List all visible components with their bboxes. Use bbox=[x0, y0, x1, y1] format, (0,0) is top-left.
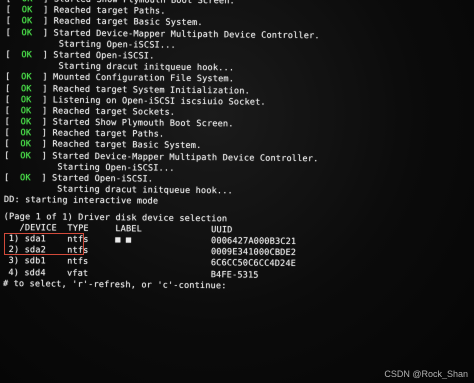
header-label: LABEL bbox=[115, 223, 212, 235]
status-bracket-open: [ bbox=[6, 0, 22, 4]
row-uuid: 6C6CC50C6CC4D24E bbox=[210, 258, 297, 270]
ok-status-badge: OK bbox=[21, 72, 32, 83]
status-bracket-close: ] bbox=[31, 94, 53, 106]
ok-status-badge: OK bbox=[21, 16, 33, 27]
status-bracket-close: ] bbox=[31, 117, 53, 128]
terminal-screen: [ OK ] Started Show Plymouth Boot Screen… bbox=[0, 0, 474, 383]
status-bracket-close: ] bbox=[32, 27, 54, 39]
ok-status-badge: OK bbox=[20, 173, 31, 184]
status-bracket-close: ] bbox=[30, 173, 53, 184]
ok-status-badge: OK bbox=[20, 83, 32, 94]
status-bracket-close: ] bbox=[30, 150, 53, 162]
status-bracket-open: [ bbox=[5, 5, 22, 16]
ok-status-badge: OK bbox=[20, 106, 32, 117]
status-bracket-open: [ bbox=[4, 172, 21, 184]
boot-log-text: Mounted Configuration File System. bbox=[53, 72, 235, 85]
status-bracket-close: ] bbox=[32, 16, 54, 27]
boot-log-text: Started Open-iSCSI. bbox=[51, 173, 154, 185]
status-bracket-close: ] bbox=[31, 139, 53, 150]
row-device: sdb1 bbox=[24, 256, 68, 267]
header-uuid: UUID bbox=[211, 224, 233, 236]
row-label bbox=[115, 257, 211, 268]
boot-log-text: Starting dracut initqueue hook... bbox=[58, 61, 235, 74]
boot-log-text: Starting Open-iSCSI... bbox=[57, 162, 175, 174]
boot-log-text: Reached target Paths. bbox=[52, 128, 165, 140]
row-label: ■ ■ bbox=[115, 235, 212, 247]
ok-status-badge: OK bbox=[21, 27, 33, 38]
status-bracket-close: ] bbox=[31, 50, 54, 61]
boot-log-text: Listening on Open-iSCSI iscsiuio Socket. bbox=[52, 95, 266, 108]
row-label bbox=[115, 246, 211, 257]
ok-status-badge: OK bbox=[21, 50, 33, 61]
status-bracket-close: ] bbox=[31, 83, 53, 94]
row-uuid: B4FE-5315 bbox=[210, 269, 259, 281]
status-bracket-open: [ bbox=[4, 94, 21, 105]
boot-log-text: Reached target Basic System. bbox=[53, 16, 203, 29]
status-bracket-close: ] bbox=[33, 0, 54, 5]
header-device: /DEVICE bbox=[3, 222, 68, 234]
ok-status-badge: OK bbox=[22, 0, 33, 4]
row-index: 3) bbox=[3, 256, 25, 267]
ok-status-badge: OK bbox=[20, 139, 32, 150]
row-device: sdd4 bbox=[24, 267, 68, 279]
boot-log-text: Reached target Paths. bbox=[53, 5, 166, 17]
status-bracket-open: [ bbox=[5, 72, 22, 83]
watermark: CSDN @Rock_Shan bbox=[384, 369, 468, 379]
status-bracket-close: ] bbox=[31, 128, 53, 139]
status-bracket-open: [ bbox=[4, 128, 21, 139]
row-index: 4) bbox=[3, 267, 25, 278]
boot-log-text: Started Show Plymouth Boot Screen. bbox=[52, 117, 234, 130]
ok-status-badge: OK bbox=[20, 117, 32, 128]
status-bracket-open: [ bbox=[4, 139, 21, 150]
status-bracket-open: [ bbox=[4, 150, 21, 161]
row-type: vfat bbox=[66, 268, 115, 279]
row-uuid: 0006427A000B3C21 bbox=[211, 236, 297, 247]
status-bracket-close: ] bbox=[31, 106, 53, 117]
boot-log-text: Started Open-iSCSI. bbox=[53, 50, 155, 62]
status-bracket-open: [ bbox=[5, 49, 22, 61]
boot-log-text: Reached target System Initialization. bbox=[52, 83, 250, 97]
status-bracket-open: [ bbox=[4, 83, 22, 94]
ok-status-badge: OK bbox=[21, 5, 33, 16]
boot-log-text: Starting dracut initqueue hook... bbox=[57, 184, 233, 197]
status-bracket-open: [ bbox=[5, 27, 22, 38]
status-bracket-open: [ bbox=[4, 105, 21, 117]
status-bracket-close: ] bbox=[31, 72, 54, 83]
ok-status-badge: OK bbox=[20, 128, 32, 139]
ok-status-badge: OK bbox=[20, 94, 32, 105]
row-uuid: 0009E341000CBDE2 bbox=[210, 247, 297, 259]
status-bracket-close: ] bbox=[32, 5, 54, 16]
boot-log-text: Starting Open-iSCSI... bbox=[58, 39, 176, 51]
status-bracket-open: [ bbox=[5, 16, 22, 27]
row-label bbox=[115, 269, 211, 280]
highlight-box bbox=[4, 233, 84, 255]
boot-log-text: Reached target Basic System. bbox=[52, 139, 202, 152]
status-bracket-open: [ bbox=[4, 117, 21, 128]
ok-status-badge: OK bbox=[20, 150, 31, 161]
boot-log-text: Reached target Sockets. bbox=[52, 106, 176, 118]
row-type: ntfs bbox=[67, 256, 116, 268]
